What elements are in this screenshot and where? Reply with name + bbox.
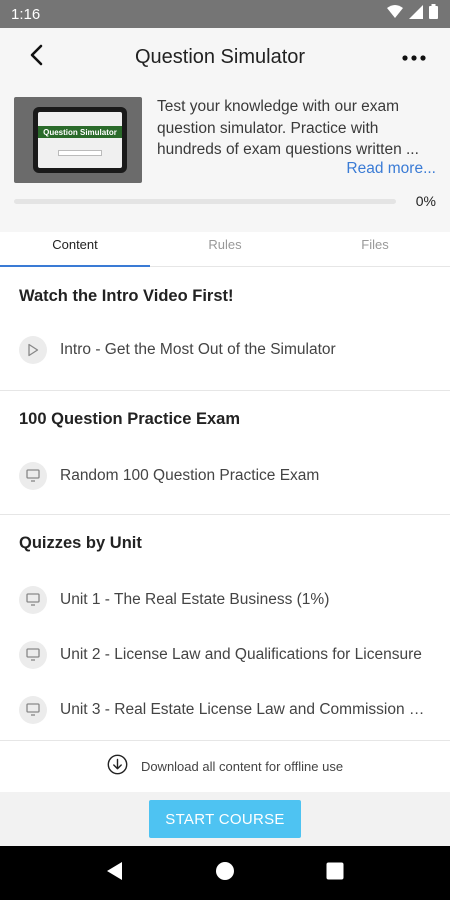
tab-files[interactable]: Files (300, 232, 450, 266)
tab-bar: Content Rules Files (0, 232, 450, 267)
nav-back-icon[interactable] (106, 861, 124, 886)
section-quizzes: Quizzes by Unit Unit 1 - The Real Estate… (0, 515, 450, 737)
nav-home-icon[interactable] (215, 861, 235, 886)
tablet-illustration: Question Simulator (33, 107, 127, 173)
system-nav-bar (0, 846, 450, 900)
status-time: 1:16 (11, 5, 41, 23)
status-bar: 1:16 (0, 0, 450, 28)
description-line: hundreds of exam questions written ... (157, 141, 419, 158)
list-item[interactable]: Unit 1 - The Real Estate Business (1%) (0, 572, 450, 627)
tab-content[interactable]: Content (0, 232, 150, 267)
more-options-button[interactable] (386, 28, 442, 86)
section-title: Watch the Intro Video First! (19, 287, 234, 305)
page-title: Question Simulator (134, 45, 306, 68)
play-icon (19, 336, 47, 364)
list-item-label: Random 100 Question Practice Exam (60, 466, 320, 484)
download-all-button[interactable]: Download all content for offline use (0, 740, 450, 792)
list-item[interactable]: Intro - Get the Most Out of the Simulato… (0, 325, 450, 375)
list-item[interactable]: Unit 2 - License Law and Qualifications … (0, 627, 450, 682)
list-item-label: Unit 2 - License Law and Qualifications … (60, 645, 422, 663)
list-item-label: Intro - Get the Most Out of the Simulato… (60, 341, 336, 358)
list-item[interactable]: Random 100 Question Practice Exam (0, 448, 450, 503)
nav-recents-icon[interactable] (326, 862, 344, 885)
thumbnail-title: Question Simulator (38, 126, 122, 138)
course-thumbnail: Question Simulator (14, 97, 142, 183)
app-header: Question Simulator (0, 28, 450, 86)
section-practice-exam: 100 Question Practice Exam Random 100 Qu… (0, 391, 450, 514)
chevron-left-icon (29, 44, 43, 71)
back-button[interactable] (8, 28, 64, 86)
content-list: Watch the Intro Video First! Intro - Get… (0, 268, 450, 737)
monitor-icon (19, 585, 47, 614)
download-circle-icon (107, 754, 128, 780)
download-label: Download all content for offline use (140, 759, 344, 774)
course-progress-bar (14, 199, 396, 204)
footer: START COURSE (0, 792, 450, 846)
section-title: Quizzes by Unit (19, 534, 142, 552)
monitor-icon (19, 695, 47, 724)
more-horizontal-icon (402, 48, 426, 66)
read-more-link[interactable]: Read more... (346, 160, 436, 178)
start-course-button[interactable]: START COURSE (149, 800, 301, 838)
section-intro: Watch the Intro Video First! Intro - Get… (0, 268, 450, 390)
list-item-label: Unit 1 - The Real Estate Business (1%) (60, 590, 330, 608)
monitor-icon (19, 461, 47, 490)
signal-icon (409, 4, 423, 24)
tab-rules[interactable]: Rules (150, 232, 300, 266)
section-title: 100 Question Practice Exam (19, 410, 241, 428)
battery-icon (429, 4, 438, 24)
list-item[interactable]: Unit 3 - Real Estate License Law and Com… (0, 682, 450, 737)
course-summary: Question Simulator Test your knowledge w… (0, 86, 450, 232)
progress-label: 0% (415, 193, 436, 209)
status-icons (387, 4, 438, 24)
course-description: Test your knowledge with our exam questi… (157, 96, 439, 160)
list-item-label: Unit 3 - Real Estate License Law and Com… (60, 700, 432, 718)
description-line: Test your knowledge with our exam (157, 98, 400, 115)
wifi-icon (387, 5, 403, 23)
monitor-icon (19, 640, 47, 669)
description-line: question simulator. Practice with (157, 119, 379, 137)
